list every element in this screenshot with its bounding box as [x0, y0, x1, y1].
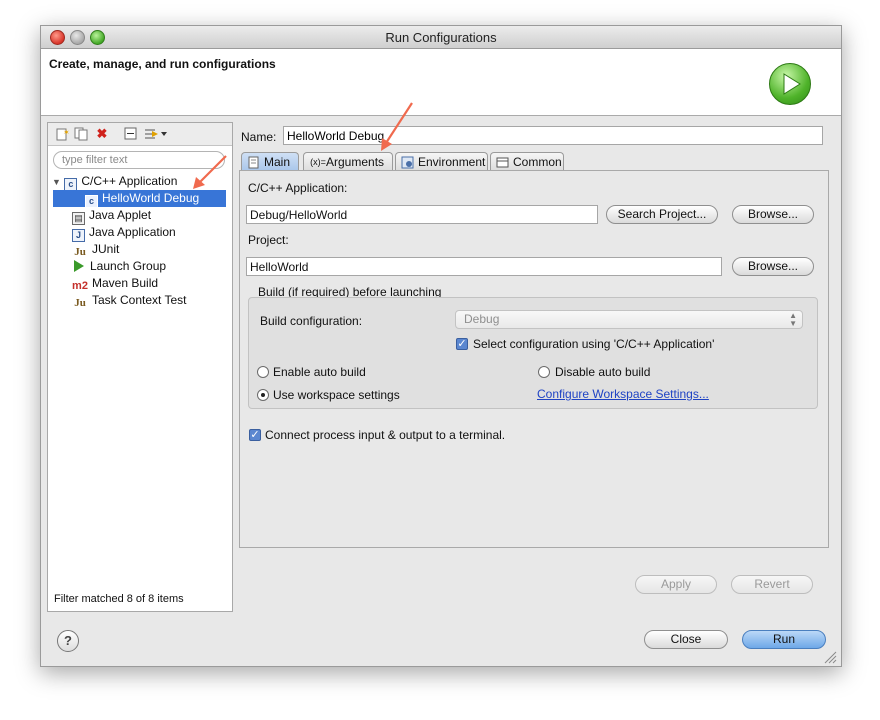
select-config-label: Select configuration using 'C/C++ Applic…: [473, 337, 715, 351]
connect-terminal-checkbox[interactable]: ✓: [249, 429, 261, 441]
tree-item-java-application[interactable]: J Java Application: [72, 224, 176, 242]
title-bar: Run Configurations: [41, 26, 841, 49]
new-configuration-icon[interactable]: ✶: [54, 126, 70, 142]
tree-item-java-applet[interactable]: ▤ Java Applet: [72, 207, 152, 225]
browse-project-button[interactable]: Browse...: [732, 257, 814, 276]
project-input[interactable]: [246, 257, 722, 276]
svg-text:✶: ✶: [63, 128, 69, 137]
configuration-toolbar: ✶ ✖: [48, 123, 232, 146]
tab-common[interactable]: Common: [490, 152, 564, 171]
collapse-all-icon[interactable]: [123, 126, 139, 142]
search-project-button[interactable]: Search Project...: [606, 205, 718, 224]
tab-label: Arguments: [326, 155, 385, 169]
cpp-application-label: C/C++ Application:: [248, 181, 348, 195]
build-configuration-value: Debug: [464, 312, 500, 326]
help-icon[interactable]: ?: [57, 630, 79, 652]
disclosure-triangle-icon[interactable]: ▼: [52, 174, 61, 191]
header-text: Create, manage, and run configurations: [49, 57, 276, 71]
run-icon: [769, 63, 811, 105]
main-tab-panel: C/C++ Application: Search Project... Bro…: [239, 170, 829, 548]
filter-status: Filter matched 8 of 8 items: [54, 593, 184, 605]
cpp-application-input[interactable]: [246, 205, 598, 224]
use-workspace-settings-label: Use workspace settings: [273, 388, 400, 402]
apply-button[interactable]: Apply: [635, 575, 717, 594]
run-configurations-dialog: Run Configurations Create, manage, and r…: [40, 25, 842, 667]
tree-item-label: Task Context Test: [92, 293, 187, 307]
disable-auto-build-label: Disable auto build: [555, 365, 651, 379]
enable-auto-build-label: Enable auto build: [273, 365, 366, 379]
select-arrows-icon: ▲ ▼: [789, 311, 797, 328]
use-workspace-settings-radio[interactable]: [257, 389, 269, 401]
tab-label: Main: [264, 155, 291, 169]
configure-workspace-settings-link[interactable]: Configure Workspace Settings...: [537, 387, 709, 401]
tree-item-label: HelloWorld Debug: [102, 191, 200, 205]
disable-auto-build-radio[interactable]: [538, 366, 550, 378]
browse-application-button[interactable]: Browse...: [732, 205, 814, 224]
resize-grip-icon[interactable]: [823, 650, 837, 664]
launch-group-icon: [74, 260, 84, 272]
duplicate-configuration-icon[interactable]: [73, 126, 89, 142]
tab-environment[interactable]: Environment: [395, 152, 488, 171]
tree-item-junit[interactable]: Ju JUnit: [72, 241, 119, 258]
tree-item-task-context-test[interactable]: Ju Task Context Test: [72, 292, 187, 309]
tree-item-label: Maven Build: [92, 276, 159, 290]
common-tab-icon: [496, 156, 509, 169]
tree-item-label: Java Applet: [89, 208, 152, 222]
build-configuration-label: Build configuration:: [260, 314, 363, 328]
configuration-list-pane: ✶ ✖ ▼ cC/C++ Application cHelloWorld Deb…: [47, 122, 233, 612]
name-input[interactable]: [283, 126, 823, 145]
dialog-header: Create, manage, and run configurations: [41, 49, 841, 116]
tree-item-label: C/C++ Application: [81, 174, 178, 188]
connect-terminal-label: Connect process input & output to a term…: [265, 428, 506, 442]
tree-item-maven-build[interactable]: m2 Maven Build: [72, 275, 158, 292]
filter-input[interactable]: [53, 151, 225, 169]
tab-label: Common: [513, 155, 562, 169]
delete-configuration-icon[interactable]: ✖: [94, 126, 110, 142]
select-config-checkbox[interactable]: ✓: [456, 338, 468, 350]
tree-item-label: Java Application: [89, 225, 176, 239]
close-button[interactable]: Close: [644, 630, 728, 649]
run-button[interactable]: Run: [742, 630, 826, 649]
build-group: Build configuration: Debug ▲ ▼ ✓ Select c…: [248, 297, 818, 409]
configuration-editor: Name: Main (x)=Arguments Environment Com…: [239, 122, 831, 610]
environment-tab-icon: [401, 156, 414, 169]
task-context-icon: Ju: [74, 297, 86, 309]
tree-item-helloworld-debug[interactable]: c HelloWorld Debug: [53, 190, 226, 208]
filter-menu-icon[interactable]: [143, 126, 169, 142]
tree-item-label: JUnit: [92, 242, 120, 256]
arguments-tab-icon: (x)=: [310, 157, 326, 167]
revert-button[interactable]: Revert: [731, 575, 813, 594]
name-label: Name:: [241, 130, 277, 144]
project-label: Project:: [248, 233, 289, 247]
tree-item-launch-group[interactable]: Launch Group: [74, 258, 166, 275]
tree-item-label: Launch Group: [90, 259, 167, 273]
tab-main[interactable]: Main: [241, 152, 299, 171]
tab-arguments[interactable]: (x)= Arguments: [303, 152, 393, 171]
tab-label: Environment: [418, 155, 486, 169]
build-configuration-select[interactable]: Debug ▲ ▼: [455, 310, 803, 329]
tree-item-cpp-application[interactable]: ▼ c C/C++ Application: [52, 173, 228, 191]
main-tab-icon: [247, 156, 260, 169]
enable-auto-build-radio[interactable]: [257, 366, 269, 378]
window-title: Run Configurations: [385, 30, 497, 45]
